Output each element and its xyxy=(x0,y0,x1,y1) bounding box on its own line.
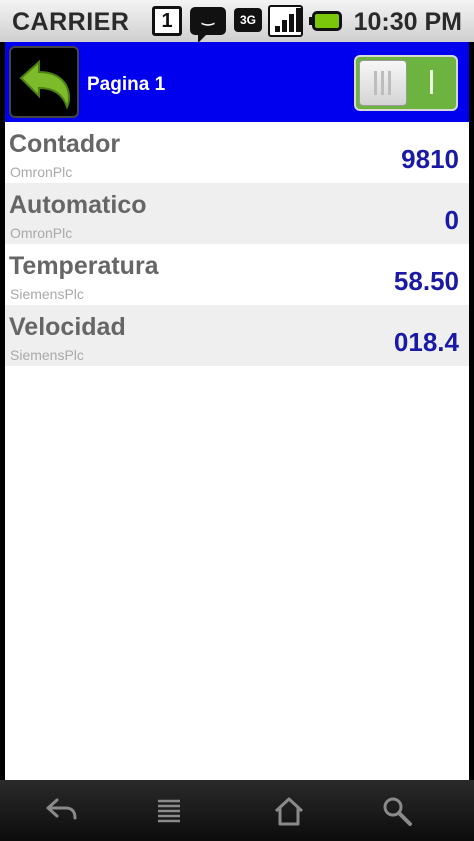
list-item[interactable]: Automatico OmronPlc 0 xyxy=(5,183,469,244)
toggle-knob[interactable] xyxy=(359,60,407,106)
list-item[interactable]: Contador OmronPlc 9810 xyxy=(5,122,469,183)
variable-name: Automatico xyxy=(9,191,147,219)
page-title: Pagina 1 xyxy=(87,74,166,95)
variable-value: 58.50 xyxy=(393,266,459,296)
toggle-on-indicator xyxy=(430,70,433,94)
variable-value: 0 xyxy=(444,205,459,235)
back-button[interactable] xyxy=(9,46,79,118)
clock: 10:30 PM xyxy=(353,8,462,36)
chat-icon: ‿ xyxy=(190,7,226,43)
variable-name: Contador xyxy=(9,130,121,158)
battery-icon xyxy=(309,11,342,31)
variable-value: 9810 xyxy=(401,144,459,174)
back-icon[interactable] xyxy=(44,794,78,828)
variable-source: SiemensPlc xyxy=(10,286,84,302)
menu-icon[interactable] xyxy=(152,794,186,828)
list-item[interactable]: Temperatura SiemensPlc 58.50 xyxy=(5,244,469,305)
status-bar: CARRIER 1 ‿ 3G 10:30 PM xyxy=(0,0,474,43)
calendar-day: 1 xyxy=(161,10,173,32)
toggle-switch[interactable] xyxy=(354,55,458,111)
variable-source: SiemensPlc xyxy=(10,347,84,363)
3g-icon: 3G xyxy=(234,8,262,32)
variable-source: OmronPlc xyxy=(10,164,73,180)
home-icon[interactable] xyxy=(272,794,306,828)
variable-list: Contador OmronPlc 9810 Automatico OmronP… xyxy=(5,122,469,780)
calendar-icon: 1 xyxy=(152,6,182,36)
undo-arrow-icon xyxy=(19,59,71,110)
variable-name: Temperatura xyxy=(9,252,159,280)
network-type: 3G xyxy=(239,13,256,27)
navigation-bar xyxy=(0,780,474,841)
carrier-label: CARRIER xyxy=(12,8,130,36)
variable-source: OmronPlc xyxy=(10,225,73,241)
signal-icon xyxy=(268,5,303,37)
search-icon[interactable] xyxy=(380,794,414,828)
list-item[interactable]: Velocidad SiemensPlc 018.4 xyxy=(5,305,469,366)
app-header: Pagina 1 xyxy=(5,42,469,122)
variable-value: 018.4 xyxy=(393,327,459,357)
variable-name: Velocidad xyxy=(9,313,126,341)
